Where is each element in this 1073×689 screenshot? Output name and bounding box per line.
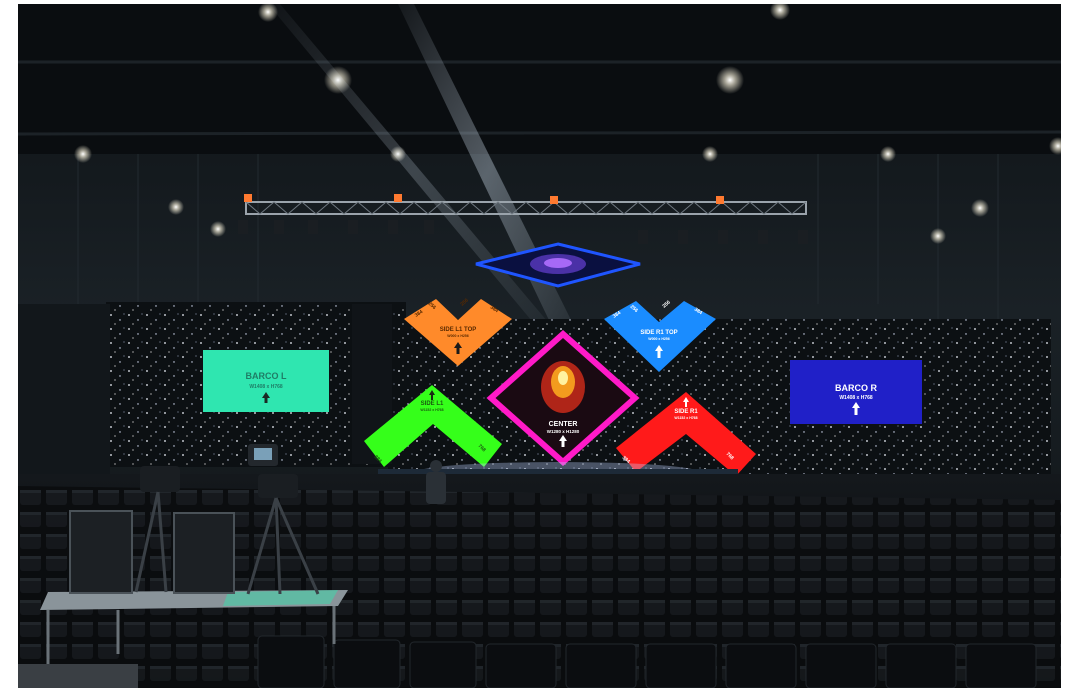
barco-left-title: BARCO L: [246, 371, 287, 381]
flight-case: [69, 510, 133, 594]
side-r1-top-size: W000 x H256: [648, 337, 669, 341]
center-size: W1280 x H1280: [547, 429, 580, 434]
barco-left-size: W1408 x H768: [249, 384, 283, 390]
side-r1-top-title: SIDE R1 TOP: [640, 330, 677, 336]
camera-icon: [258, 474, 298, 498]
barco-right-title: BARCO R: [835, 383, 877, 393]
side-l1-top-title: SIDE L1 TOP: [440, 327, 477, 333]
camera-icon: [140, 466, 180, 492]
side-r1-title: SIDE R1: [674, 409, 698, 415]
flight-case: [173, 512, 235, 594]
screen-barco-left: BARCO L W1408 x H768: [203, 350, 329, 412]
barco-right-size: W1408 x H768: [839, 395, 873, 401]
floor-edge: [18, 664, 138, 688]
side-l1-title: SIDE L1: [421, 401, 444, 407]
side-l1-size: W1152 x H768: [420, 408, 443, 412]
screen-barco-right: BARCO R W1408 x H768: [790, 360, 922, 424]
side-l1-top-size: W000 x H256: [447, 334, 468, 338]
center-title: CENTER: [549, 421, 578, 428]
venue-photo: BARCO L W1408 x H768 BARCO R W1408 x H76…: [18, 4, 1061, 688]
side-r1-size: W1152 x H768: [674, 416, 697, 420]
venue-scene: BARCO L W1408 x H768 BARCO R W1408 x H76…: [18, 4, 1061, 688]
